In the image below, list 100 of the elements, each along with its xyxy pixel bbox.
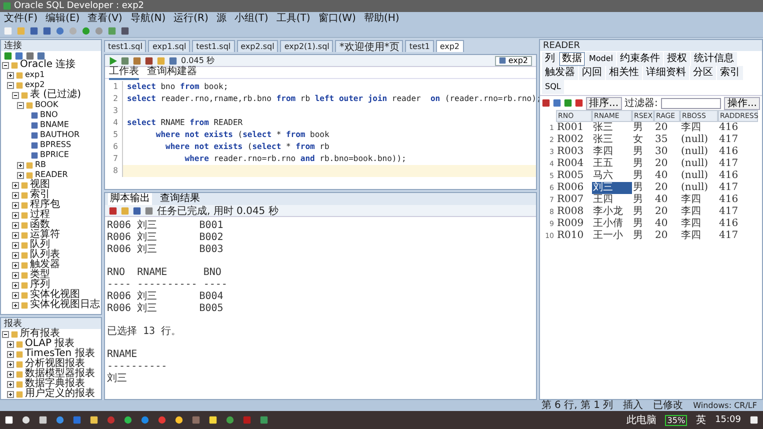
tree-item[interactable]: 队列: [30, 240, 50, 250]
menu-item[interactable]: 工具(T): [276, 12, 310, 25]
expand-icon[interactable]: [12, 232, 19, 238]
expand-icon[interactable]: [12, 242, 19, 248]
menu-item[interactable]: 小组(T): [234, 12, 268, 25]
menu-item[interactable]: 窗口(W): [318, 12, 356, 25]
detail-tab[interactable]: 数据: [559, 52, 585, 66]
expand-icon[interactable]: [12, 252, 19, 258]
tree-item[interactable]: 类型: [30, 270, 50, 280]
tree-item[interactable]: 数据模型器报表: [25, 369, 95, 379]
expand-icon[interactable]: [12, 272, 19, 278]
tree-item[interactable]: 所有报表: [20, 329, 60, 339]
editor-tab[interactable]: test1.sql: [192, 40, 235, 52]
collapse-icon[interactable]: [12, 92, 19, 98]
expand-icon[interactable]: [12, 182, 19, 188]
expand-icon[interactable]: [17, 162, 24, 168]
editor-tab[interactable]: test1: [405, 40, 434, 52]
detail-tab[interactable]: 授权: [664, 52, 690, 66]
output-tab[interactable]: 查询结果: [158, 193, 202, 205]
editor-tab[interactable]: test1.sql: [104, 40, 146, 52]
menu-item[interactable]: 文件(F): [4, 12, 38, 25]
input-language[interactable]: 英: [696, 413, 706, 427]
expand-icon[interactable]: [7, 360, 14, 368]
expand-icon[interactable]: [7, 350, 14, 358]
expand-icon[interactable]: [12, 202, 19, 208]
expand-icon[interactable]: [12, 302, 19, 308]
menu-item[interactable]: 查看(V): [88, 12, 122, 25]
editor-tab[interactable]: exp2.sql: [236, 40, 278, 52]
expand-icon[interactable]: [12, 282, 19, 288]
tree-item[interactable]: 实体化视图: [30, 290, 80, 300]
tree-item[interactable]: OLAP 报表: [25, 339, 75, 349]
expand-icon[interactable]: [12, 212, 19, 218]
tree-item[interactable]: 触发器: [30, 260, 60, 270]
tree-item[interactable]: 过程: [30, 210, 50, 220]
expand-icon[interactable]: [7, 390, 14, 398]
collapse-icon[interactable]: [2, 330, 9, 338]
detail-tab[interactable]: 索引: [717, 66, 743, 80]
tree-item[interactable]: BOOK: [35, 100, 58, 110]
tree-item[interactable]: 实体化视图日志: [30, 300, 100, 310]
tree-item[interactable]: 程序包: [30, 200, 60, 210]
sub-tab[interactable]: 查询构建器: [147, 66, 197, 80]
menu-item[interactable]: 导航(N): [130, 12, 166, 25]
tree-item[interactable]: 分析视图报表: [25, 359, 85, 369]
detail-tab[interactable]: SQL: [542, 80, 564, 94]
run-icon[interactable]: [109, 56, 117, 64]
tree-item[interactable]: 函数: [30, 220, 50, 230]
tree-item[interactable]: 索引: [30, 190, 50, 200]
battery-indicator[interactable]: 35%: [665, 414, 688, 426]
tree-item[interactable]: 表 (已过滤): [30, 90, 81, 100]
detail-tab[interactable]: 相关性: [606, 66, 642, 80]
expand-icon[interactable]: [12, 192, 19, 198]
sort-button[interactable]: 排序...: [586, 96, 622, 110]
menu-item[interactable]: 帮助(H): [364, 12, 400, 25]
tree-item[interactable]: RB: [35, 160, 46, 170]
tree-item[interactable]: READER: [35, 170, 68, 180]
expand-icon[interactable]: [12, 262, 19, 268]
tree-item[interactable]: Oracle 连接: [20, 60, 76, 70]
tree-item[interactable]: BNO: [40, 110, 58, 120]
editor-tab[interactable]: *欢迎使用*页: [335, 40, 404, 52]
tree-item[interactable]: TimesTen 报表: [25, 349, 95, 359]
expand-icon[interactable]: [7, 370, 14, 378]
expand-icon[interactable]: [7, 340, 14, 348]
tree-item[interactable]: BPRICE: [40, 150, 69, 160]
editor-tab[interactable]: exp2(1).sql: [280, 40, 334, 52]
tree-item[interactable]: 数据字典报表: [25, 379, 85, 389]
actions-button[interactable]: 操作...: [724, 96, 760, 110]
tree-item[interactable]: BAUTHOR: [40, 130, 80, 140]
computer-label[interactable]: 此电脑: [626, 413, 656, 427]
expand-icon[interactable]: [7, 380, 14, 388]
expand-icon[interactable]: [12, 292, 19, 298]
tree-item[interactable]: 用户定义的报表: [25, 389, 95, 399]
detail-tab[interactable]: 分区: [690, 66, 716, 80]
detail-tab[interactable]: 详细资料: [643, 66, 689, 80]
expand-icon[interactable]: [12, 222, 19, 228]
tree-item[interactable]: 视图: [30, 180, 50, 190]
expand-icon[interactable]: [17, 172, 24, 178]
filter-field[interactable]: [660, 98, 722, 108]
menu-item[interactable]: 源: [216, 12, 226, 25]
editor-tab[interactable]: exp1.sql: [148, 40, 190, 52]
detail-tab[interactable]: 统计信息: [691, 52, 738, 66]
detail-tab[interactable]: 触发器: [542, 66, 578, 80]
menu-item[interactable]: 运行(R): [174, 12, 208, 25]
output-tab[interactable]: 脚本输出: [108, 193, 152, 205]
tree-item[interactable]: exp1: [25, 70, 45, 80]
tree-item[interactable]: exp2: [25, 80, 45, 90]
tree-item[interactable]: BNAME: [40, 120, 69, 130]
connection-dropdown[interactable]: exp2: [495, 56, 532, 66]
detail-tab[interactable]: 约束条件: [617, 52, 664, 66]
editor-tab[interactable]: exp2: [436, 40, 464, 52]
tree-item[interactable]: BPRESS: [40, 140, 72, 150]
collapse-icon[interactable]: [7, 82, 14, 88]
detail-tab[interactable]: Model: [586, 52, 616, 66]
detail-tab[interactable]: 列: [542, 52, 558, 66]
tree-item[interactable]: 运算符: [30, 230, 60, 240]
detail-tab[interactable]: 闪回: [579, 66, 605, 80]
menu-item[interactable]: 编辑(E): [46, 12, 80, 25]
collapse-icon[interactable]: [2, 62, 9, 68]
collapse-icon[interactable]: [17, 102, 24, 108]
clock[interactable]: 15:09: [715, 415, 741, 425]
tree-item[interactable]: 序列: [30, 280, 50, 290]
